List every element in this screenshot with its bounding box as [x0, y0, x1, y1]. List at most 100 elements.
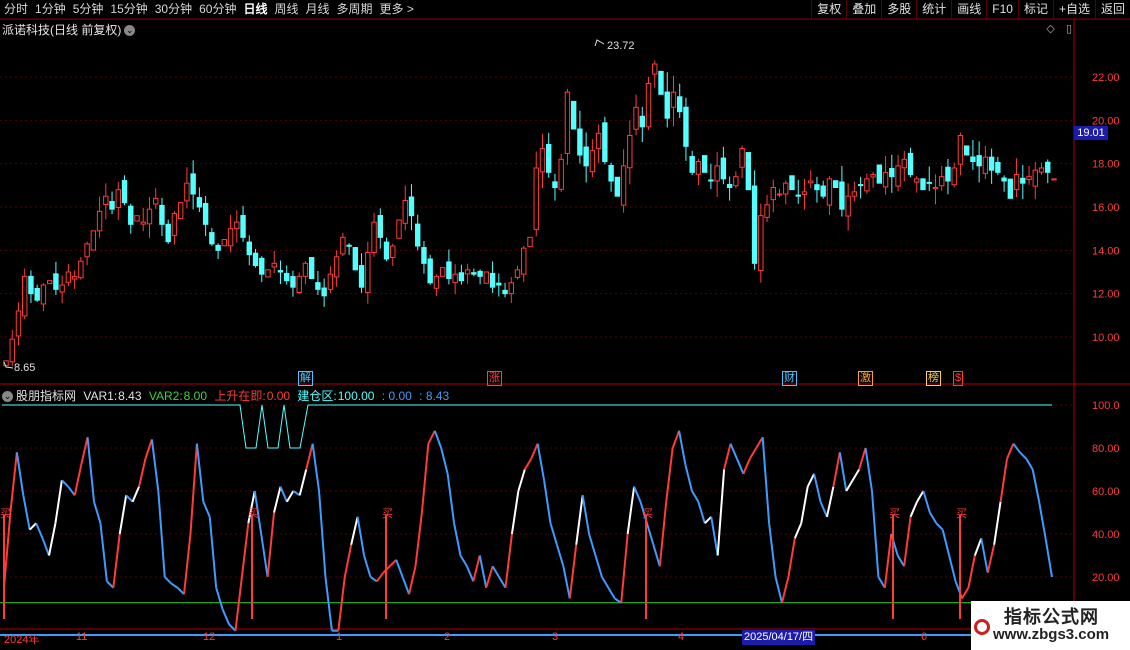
- var1-segment: [466, 565, 475, 582]
- candle-body: [533, 167, 539, 230]
- var1-segment: [273, 486, 282, 513]
- var1-segment: [858, 447, 867, 470]
- var1-segment: [864, 447, 873, 492]
- period-tab[interactable]: 5分钟: [71, 1, 109, 18]
- kline-chart[interactable]: 22.0020.0018.0016.0014.0012.0010.00100.0…: [0, 0, 1130, 650]
- candle-body: [140, 221, 146, 225]
- tool-button[interactable]: 画线: [951, 0, 986, 19]
- high-arrow: [594, 39, 605, 47]
- var1-segment: [221, 608, 230, 625]
- period-tab[interactable]: 1分钟: [33, 1, 71, 18]
- chevron-down-icon[interactable]: ⌄: [2, 391, 13, 403]
- buy-signal-label: 买: [0, 507, 11, 520]
- candle-body: [701, 155, 708, 173]
- tool-button[interactable]: 标记: [1017, 0, 1053, 19]
- indicator-axis-label: 40.00: [1092, 529, 1120, 541]
- var1-segment: [389, 559, 397, 567]
- candle-body: [315, 282, 321, 290]
- candle-body: [889, 168, 895, 178]
- candle-body: [851, 191, 858, 197]
- candle-body: [1045, 161, 1051, 173]
- diamond-icon[interactable]: ◇: [1046, 23, 1054, 35]
- var1-segment: [144, 439, 153, 460]
- candle-body: [327, 273, 334, 290]
- var1-segment: [536, 443, 546, 481]
- candle-body: [552, 181, 558, 189]
- var1-segment: [61, 479, 70, 488]
- period-tab[interactable]: 30分钟: [153, 1, 197, 18]
- var1-segment: [491, 565, 500, 578]
- period-tab[interactable]: 月线: [304, 1, 335, 18]
- event-marker[interactable]: 财: [782, 371, 797, 386]
- event-marker[interactable]: $: [953, 371, 964, 386]
- period-tab[interactable]: 分时: [2, 1, 33, 18]
- period-tab[interactable]: 15分钟: [108, 1, 152, 18]
- tool-button[interactable]: 叠加: [846, 0, 881, 19]
- candle-body: [570, 100, 577, 130]
- candle-body: [876, 164, 883, 184]
- var1-segment: [967, 555, 976, 588]
- var1-segment: [138, 458, 147, 487]
- low-price-label: 8.65: [14, 362, 35, 374]
- candle-body: [415, 223, 421, 247]
- var1-segment: [266, 512, 276, 578]
- var1-segment: [414, 512, 423, 567]
- tool-button[interactable]: 复权: [811, 0, 846, 19]
- var1-segment: [903, 516, 912, 567]
- tool-button[interactable]: 多股: [881, 0, 916, 19]
- var1-segment: [691, 490, 700, 503]
- candle-body: [146, 208, 153, 225]
- buy-signal-label: 买: [956, 507, 967, 520]
- event-marker[interactable]: 涨: [487, 371, 502, 386]
- period-tab[interactable]: 60分钟: [197, 1, 241, 18]
- candle-body: [527, 236, 533, 248]
- event-marker[interactable]: 榜: [926, 371, 941, 386]
- watermark: 指标公式网 www.zbgs3.com: [971, 601, 1130, 650]
- var1-segment: [1044, 538, 1053, 578]
- date-tick-label: 1: [336, 631, 343, 643]
- indicator-axis-label: 80.00: [1092, 443, 1120, 455]
- tool-button[interactable]: 统计: [916, 0, 951, 19]
- event-marker[interactable]: 激: [858, 371, 873, 386]
- indicator-name[interactable]: 股朋指标网: [16, 389, 76, 403]
- var1-segment: [292, 490, 301, 497]
- event-marker[interactable]: 解: [298, 371, 313, 386]
- period-tab[interactable]: 日线: [241, 1, 272, 18]
- candle-body: [433, 275, 440, 289]
- candle-body: [402, 200, 408, 224]
- date-axis: 2024年 11 12 1 2 3 4 6: [0, 630, 1074, 646]
- period-tab[interactable]: 更多 >: [378, 1, 419, 18]
- var1-segment: [427, 430, 436, 445]
- var1-segment: [93, 501, 102, 524]
- candle-body: [290, 276, 296, 288]
- high-price-label: 23.72: [607, 40, 635, 52]
- panel-toggle-icon[interactable]: ▯: [1066, 23, 1072, 35]
- var1-segment: [562, 566, 571, 599]
- tool-button[interactable]: F10: [986, 0, 1018, 19]
- var1-segment: [523, 458, 533, 471]
- var1-segment: [485, 565, 494, 589]
- tool-button[interactable]: 返回: [1094, 0, 1130, 19]
- candle-body: [857, 184, 864, 187]
- var1-segment: [1019, 451, 1027, 460]
- tool-button[interactable]: +自选: [1052, 0, 1095, 19]
- candle-body: [595, 132, 602, 150]
- candle-body: [801, 191, 808, 195]
- candle-body: [751, 185, 758, 264]
- candle-body: [745, 152, 752, 191]
- period-tab[interactable]: 多周期: [335, 1, 378, 18]
- var1-segment: [838, 452, 848, 492]
- candle-body: [483, 271, 490, 284]
- candle-body: [46, 280, 53, 285]
- candle-body: [982, 156, 989, 175]
- candle-body: [408, 196, 415, 217]
- date-tick-label: 11: [76, 631, 88, 643]
- candle-body: [970, 156, 976, 162]
- var1-segment: [86, 437, 96, 502]
- candle-body: [708, 179, 714, 182]
- candle-body: [670, 91, 677, 108]
- period-tab[interactable]: 周线: [272, 1, 303, 18]
- candle-body: [246, 241, 252, 256]
- var1-segment: [530, 443, 539, 460]
- chevron-down-icon[interactable]: ⌄: [124, 25, 136, 37]
